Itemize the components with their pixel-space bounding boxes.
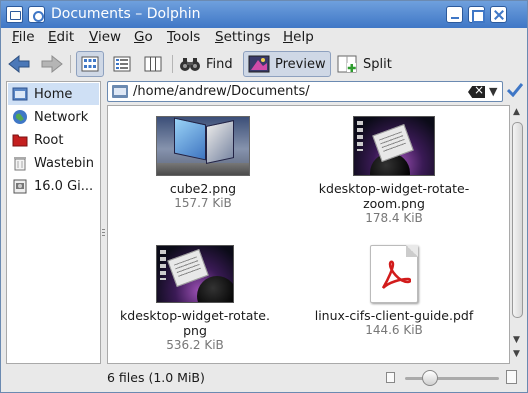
menu-tools[interactable]: Tools	[167, 29, 200, 45]
file-view[interactable]: cube2.png 157.7 KiB kdesktop-widget-rota…	[107, 105, 510, 364]
image-thumbnail	[353, 116, 435, 176]
pdf-icon	[370, 245, 418, 303]
back-arrow-icon	[8, 54, 30, 74]
root-folder-icon	[12, 132, 28, 148]
preview-icon	[248, 55, 270, 73]
places-item-label: Root	[34, 132, 64, 148]
columns-view-button[interactable]	[140, 51, 166, 77]
file-name-line: kdesktop-widget-rotate-	[318, 181, 470, 196]
image-thumbnail	[156, 116, 250, 176]
scroll-up-icon[interactable]: ▲	[513, 107, 520, 117]
forward-button[interactable]	[41, 51, 65, 77]
trash-icon	[12, 155, 28, 171]
zoom-slider-handle[interactable]	[422, 370, 438, 386]
menu-edit[interactable]: Edit	[48, 29, 74, 45]
status-text: 6 files (1.0 MiB)	[107, 370, 205, 385]
file-size: 144.6 KiB	[365, 323, 423, 337]
file-name: cube2.png	[169, 181, 237, 196]
find-label: Find	[206, 56, 233, 72]
menu-go[interactable]: Go	[134, 29, 153, 45]
split-label: Split	[363, 56, 392, 72]
zoom-slider-track[interactable]	[405, 377, 499, 380]
menu-settings[interactable]: Settings	[215, 29, 270, 45]
details-view-button[interactable]	[109, 51, 135, 77]
menu-view[interactable]: View	[89, 29, 121, 45]
pin-icon[interactable]	[28, 6, 45, 23]
split-button[interactable]: Split	[336, 51, 396, 77]
icons-view-button[interactable]	[76, 51, 104, 77]
preview-button[interactable]: Preview	[243, 51, 331, 77]
file-name-line: png	[183, 323, 207, 338]
network-icon	[12, 109, 28, 125]
menu-file[interactable]: File	[12, 29, 35, 45]
file-item[interactable]: kdesktop-widget-rotate- zoom.png 178.4 K…	[314, 110, 474, 226]
file-name: kdesktop-widget-rotate- zoom.png	[314, 181, 474, 211]
scrollbar-thumb[interactable]	[512, 122, 523, 318]
scroll-down-icon[interactable]: ▼	[513, 335, 520, 345]
window-title: Documents – Dolphin	[51, 6, 201, 22]
file-size: 536.2 KiB	[166, 338, 224, 352]
vertical-scrollbar[interactable]: ▲ ▼ ▼	[510, 105, 525, 364]
places-item-drive[interactable]: 16.0 Gi...	[8, 175, 99, 197]
file-size: 178.4 KiB	[365, 211, 423, 225]
file-item[interactable]: linux-cifs-client-guide.pdf 144.6 KiB	[314, 237, 474, 338]
toolbar-separator	[172, 55, 173, 73]
main-toolbar: Find Preview Split	[1, 49, 527, 79]
places-item-wastebin[interactable]: Wastebin	[8, 152, 99, 174]
file-name-line: kdesktop-widget-rotate.	[120, 308, 270, 323]
menu-bar: File Edit View Go Tools Settings Help	[1, 28, 527, 49]
file-name-line: zoom.png	[363, 196, 425, 211]
file-name: kdesktop-widget-rotate. png	[115, 308, 275, 338]
panel-splitter-handle[interactable]	[102, 229, 105, 238]
toolbar-separator	[70, 55, 71, 73]
split-view-icon	[337, 55, 357, 73]
forward-arrow-icon	[41, 54, 63, 74]
location-path[interactable]: /home/andrew/Documents/	[133, 84, 310, 99]
binoculars-icon	[180, 58, 200, 71]
find-button[interactable]: Find	[179, 51, 237, 77]
file-item[interactable]: kdesktop-widget-rotate. png 536.2 KiB	[115, 237, 275, 353]
file-item[interactable]: cube2.png 157.7 KiB	[123, 110, 283, 211]
scroll-down-icon[interactable]: ▼	[513, 349, 520, 359]
home-icon	[12, 86, 28, 102]
places-item-label: 16.0 Gi...	[34, 178, 94, 194]
image-thumbnail	[156, 245, 234, 303]
icons-view-icon	[81, 56, 99, 72]
zoom-in-icon[interactable]	[506, 370, 517, 384]
window-menu-icon[interactable]	[6, 6, 23, 23]
acrobat-logo-icon	[381, 260, 411, 289]
folder-icon	[112, 85, 128, 98]
preview-label: Preview	[275, 56, 326, 72]
back-button[interactable]	[8, 51, 32, 77]
clear-location-icon[interactable]	[468, 86, 485, 98]
places-item-label: Wastebin	[34, 155, 94, 171]
places-item-label: Network	[34, 109, 89, 125]
checkmark-icon	[506, 83, 524, 98]
minimize-button[interactable]	[446, 6, 463, 23]
maximize-button[interactable]	[468, 6, 485, 23]
status-bar: 6 files (1.0 MiB)	[1, 367, 527, 389]
places-item-home[interactable]: Home	[8, 83, 99, 105]
drive-icon	[12, 178, 28, 194]
zoom-out-icon[interactable]	[386, 372, 395, 383]
confirm-location-button[interactable]	[506, 83, 525, 99]
places-item-root[interactable]: Root	[8, 129, 99, 151]
file-size: 157.7 KiB	[174, 196, 232, 210]
menu-help[interactable]: Help	[283, 29, 314, 45]
file-name: linux-cifs-client-guide.pdf	[314, 308, 474, 323]
chevron-down-icon[interactable]: ▼	[489, 85, 497, 98]
places-item-label: Home	[34, 86, 73, 102]
places-item-network[interactable]: Network	[8, 106, 99, 128]
title-bar[interactable]: Documents – Dolphin	[1, 1, 527, 28]
dolphin-window: Documents – Dolphin File Edit View Go To…	[0, 0, 528, 393]
location-bar[interactable]: /home/andrew/Documents/ ▼	[107, 81, 503, 102]
places-panel: Home Network Root Wastebin 16.0 Gi...	[6, 81, 101, 364]
columns-view-icon	[144, 56, 162, 72]
details-view-icon	[113, 56, 131, 72]
close-button[interactable]	[490, 6, 507, 23]
